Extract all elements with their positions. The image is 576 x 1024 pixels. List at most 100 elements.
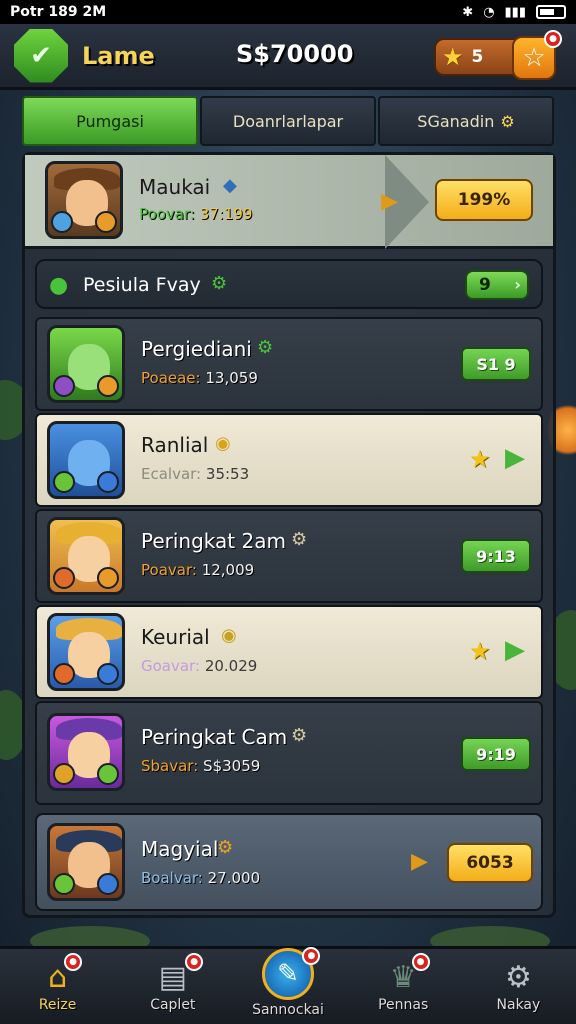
gear-icon: ⚙ bbox=[211, 273, 228, 294]
avatar bbox=[47, 613, 125, 691]
stat-value: 20.029 bbox=[204, 657, 258, 675]
star-count: 5 bbox=[471, 47, 484, 67]
gear-icon: ⚙ bbox=[257, 337, 274, 358]
list-item[interactable]: Keurial ◉ Goavar: 20.029 ★ ▶ bbox=[35, 605, 543, 699]
stat-label: Poavar: bbox=[141, 561, 197, 579]
play-arrow-icon[interactable]: ▶ bbox=[505, 443, 525, 473]
claim-button[interactable]: 6053 bbox=[447, 843, 533, 883]
battery-icon bbox=[536, 5, 566, 19]
list-item[interactable]: Peringkat Cam ⚙ Sbavar: S$3059 9:19 bbox=[35, 701, 543, 805]
game-logo-icon[interactable]: ✔ bbox=[14, 28, 68, 83]
score-button[interactable]: S1 9 bbox=[461, 347, 531, 381]
favorites-button[interactable]: ☆ ● bbox=[512, 30, 562, 80]
score-button[interactable]: 9:13 bbox=[461, 539, 531, 573]
stat-label: Sbavar: bbox=[141, 757, 199, 775]
notification-badge-icon: ● bbox=[64, 953, 82, 971]
player-name: Maukai bbox=[139, 175, 211, 199]
settings-small-icon: ⚙ bbox=[500, 111, 515, 131]
section-count: 9 bbox=[479, 275, 491, 295]
avatar bbox=[47, 823, 125, 901]
player-name: Pergiediani bbox=[141, 337, 252, 361]
tab-label: Doanrlarlapar bbox=[232, 111, 344, 131]
nav-home[interactable]: ⌂ ● Reize bbox=[0, 949, 115, 1024]
star-outline-icon: ☆ bbox=[522, 43, 546, 73]
gear-icon: ⚙ bbox=[217, 837, 234, 858]
list-item[interactable]: Ranlial ◉ Ecalvar: 35:53 ★ ▶ bbox=[35, 413, 543, 507]
list-item[interactable]: Pergiediani ⚙ Poaeae: 13,059 S1 9 bbox=[35, 317, 543, 411]
nav-chapters[interactable]: ▤ ● Caplet bbox=[115, 949, 230, 1024]
player-name: Ranlial bbox=[141, 433, 209, 457]
nav-label: Reize bbox=[38, 996, 77, 1013]
gem-icon: ◆ bbox=[223, 175, 237, 196]
nav-center[interactable]: ✎ ● Sannockai bbox=[230, 947, 345, 1024]
chevron-right-icon: › bbox=[514, 275, 521, 294]
stat-value: S$3059 bbox=[203, 757, 261, 775]
nav-rewards[interactable]: ♛ ● Pennas bbox=[346, 949, 461, 1024]
status-icons: ✱ ◔ ▮▮▮ bbox=[462, 5, 566, 20]
section-count-button[interactable]: 9 › bbox=[465, 270, 529, 300]
stat-value: 35:53 bbox=[205, 465, 250, 483]
player-name: Peringkat 2am bbox=[141, 529, 286, 553]
nav-settings[interactable]: ⚙ Nakay bbox=[461, 949, 576, 1024]
game-title: Lame bbox=[82, 41, 155, 70]
stat-label: Poaeae: bbox=[141, 369, 201, 387]
nav-label: Nakay bbox=[496, 996, 541, 1013]
star-icon[interactable]: ★ bbox=[469, 445, 491, 473]
current-player-card[interactable]: Magyial ⚙ Boalvar: 27.000 ▶ 6053 bbox=[35, 813, 543, 911]
section-title: Pesiula Fvay bbox=[83, 274, 201, 296]
score-button[interactable]: 9:19 bbox=[461, 737, 531, 771]
stat-label: Goavar: bbox=[141, 657, 201, 675]
leaderboard-panel: Maukai ◆ Poovar: 37:199 ▶ 199% ● Pesiula… bbox=[22, 152, 556, 918]
featured-percent-button[interactable]: 199% bbox=[435, 179, 533, 221]
nav-label: Caplet bbox=[150, 996, 196, 1013]
gear-icon: ⚙ bbox=[291, 725, 308, 746]
coin-icon: ◉ bbox=[215, 433, 231, 454]
tab-bar: Pumgasi Doanrlarlapar SGanadin ⚙ bbox=[22, 96, 554, 146]
signal-icon: ▮▮▮ bbox=[504, 4, 526, 20]
stat-value: 27.000 bbox=[207, 869, 261, 887]
stat-label: Ecalvar: bbox=[141, 465, 202, 483]
gear-icon: ⚙ bbox=[291, 529, 308, 550]
player-name: Magyial bbox=[141, 837, 219, 861]
tab-sganadin[interactable]: SGanadin ⚙ bbox=[378, 96, 554, 146]
avatar bbox=[47, 421, 125, 499]
list-item[interactable]: Peringkat 2am ⚙ Poavar: 12,009 9:13 bbox=[35, 509, 543, 603]
game-header: ✔ Lame S$70000 ★ 5 ☆ ● bbox=[0, 24, 576, 90]
stat-label: Poovar: bbox=[139, 205, 195, 223]
star-icon: ★ bbox=[442, 43, 464, 71]
notification-badge-icon: ● bbox=[185, 953, 204, 971]
section-header[interactable]: ● Pesiula Fvay ⚙ 9 › bbox=[35, 259, 543, 309]
status-time: Potr 189 2M bbox=[10, 4, 107, 20]
tab-label: SGanadin bbox=[417, 111, 495, 131]
avatar bbox=[47, 713, 125, 791]
play-arrow-icon: ▶ bbox=[411, 849, 428, 874]
tab-label: Pumgasi bbox=[76, 111, 144, 131]
location-pin-icon: ● bbox=[49, 273, 69, 298]
wifi-icon: ◔ bbox=[483, 4, 495, 20]
play-arrow-icon: ▶ bbox=[381, 189, 398, 214]
tab-doanrlarlapar[interactable]: Doanrlarlapar bbox=[200, 96, 376, 146]
notification-badge-icon: ● bbox=[544, 30, 562, 48]
stat-label: Boalvar: bbox=[141, 869, 203, 887]
star-icon[interactable]: ★ bbox=[469, 637, 491, 665]
notification-badge-icon: ● bbox=[411, 953, 430, 971]
stat-value: 37:199 bbox=[199, 205, 253, 223]
nav-label: Pennas bbox=[378, 996, 429, 1013]
stat-value: 12,009 bbox=[201, 561, 255, 579]
coin-balance: S$70000 bbox=[236, 40, 354, 68]
tab-pumgasi[interactable]: Pumgasi bbox=[22, 96, 198, 146]
avatar bbox=[47, 325, 125, 403]
play-arrow-icon[interactable]: ▶ bbox=[505, 635, 525, 665]
player-name: Peringkat Cam bbox=[141, 725, 288, 749]
stat-value: 13,059 bbox=[205, 369, 258, 387]
document-icon: ▤ bbox=[158, 959, 187, 995]
bluetooth-icon: ✱ bbox=[462, 4, 474, 20]
coin-icon: ◉ bbox=[221, 625, 237, 646]
featured-player-card[interactable]: Maukai ◆ Poovar: 37:199 ▶ 199% bbox=[25, 155, 553, 249]
bottom-navigation: ⌂ ● Reize ▤ ● Caplet ✎ ● Sannockai ♛ ● P… bbox=[0, 946, 576, 1024]
gear-icon: ⚙ bbox=[504, 959, 532, 995]
notification-badge-icon: ● bbox=[302, 947, 321, 965]
avatar bbox=[45, 161, 123, 239]
avatar bbox=[47, 517, 125, 595]
player-name: Keurial bbox=[141, 625, 210, 649]
